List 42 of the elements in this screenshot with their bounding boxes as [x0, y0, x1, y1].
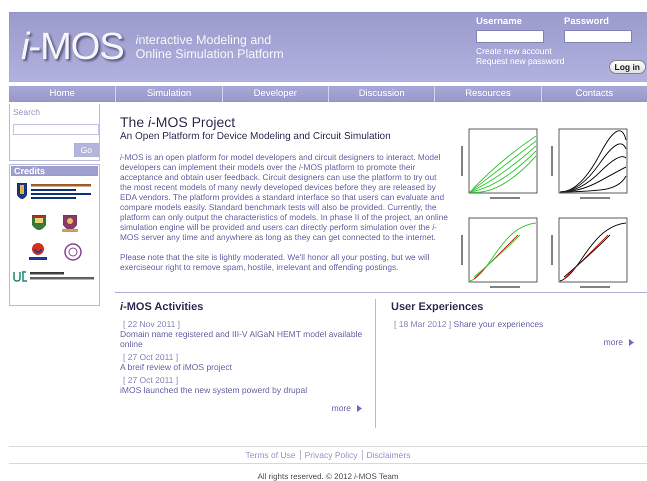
nav-item[interactable]: Developer: [222, 86, 328, 102]
login-button[interactable]: Log in: [608, 60, 646, 74]
nav-item[interactable]: Contacts: [540, 86, 647, 102]
password-label: Password: [564, 16, 609, 27]
nav-item[interactable]: Resources: [434, 86, 541, 102]
search-field[interactable]: [13, 124, 99, 135]
nav-item[interactable]: Simulation: [115, 86, 222, 102]
footer-link[interactable]: Privacy Policy: [300, 450, 362, 460]
footer-link[interactable]: Disclaimers: [362, 450, 414, 460]
site-logo[interactable]: i-MOS: [21, 26, 124, 68]
news-item[interactable]: [ 27 Oct 2011 ] iMOS launched the new system powerd by drupal: [120, 375, 370, 395]
account-link[interactable]: Request new password: [476, 56, 564, 66]
site-tagline: Online Simulation Platform: [136, 47, 284, 61]
footer-link[interactable]: Terms of Use: [242, 450, 300, 460]
seal-logo-icon: [62, 242, 82, 262]
grants-committee-logo-icon: [12, 270, 96, 282]
project-subtitle: An Open Platform for Device Modeling and Circuit Simulation: [120, 131, 392, 142]
username-field[interactable]: [476, 30, 544, 43]
arrow-icon: [629, 338, 634, 346]
section-title: i-MOS Activities: [120, 301, 204, 313]
nav-item[interactable]: Home: [9, 86, 116, 102]
search-label: Search: [13, 107, 41, 117]
credits-title: Credits: [11, 166, 98, 176]
account-link[interactable]: Create new account: [476, 46, 552, 56]
university-crest-icon: [60, 214, 78, 234]
site-tagline: interactive Modeling and: [136, 33, 272, 47]
password-field[interactable]: [564, 30, 632, 43]
lab-logo-icon: [26, 242, 48, 262]
username-label: Username: [476, 16, 522, 27]
more-link[interactable]: more: [604, 337, 623, 347]
arrow-icon: [357, 404, 362, 412]
project-paragraph: Please note that the site is lightly moderated. We'll honor all your posting, but we will exerciseour right to remove spam, hostile, irrelevant and offending postings.: [120, 252, 431, 272]
news-item[interactable]: [ 18 Mar 2012 ] Share your experiences: [391, 319, 642, 329]
more-link[interactable]: more: [332, 403, 351, 413]
go-button[interactable]: Go: [74, 143, 99, 157]
project-paragraph: i-MOS is an open platform for model developers and circuit designers to interact. Model developers can implement their models over the i-MOS platform to promote their acceptance and obtain user feedback. Circuit designers can use the platform to try out the most recent models of many newly developed devices before they are released by EDA vendors. The platform provides a standard interface so that users can evaluate and compare models easily. Standard benchmark tests will also be provided. Currently, the platform can only output the characteristics of models. In phase II of the project, an online simulation engine will be provided and users can directly perform simulation over the i-MOS server any time and anywhere as long as they can get connected to the internet.: [120, 152, 448, 242]
nav-item[interactable]: Discussion: [328, 86, 434, 102]
copyright-text: All rights reserved. © 2012 i-MOS Team: [256, 472, 400, 481]
news-item[interactable]: [ 22 Nov 2011 ] Domain name registered and III-V AlGaN HEMT model available online: [120, 319, 370, 349]
project-title: The i-MOS Project: [120, 114, 236, 130]
news-item[interactable]: [ 27 Oct 2011 ] A breif review of iMOS project: [120, 352, 370, 372]
section-title: User Experiences: [391, 301, 484, 313]
